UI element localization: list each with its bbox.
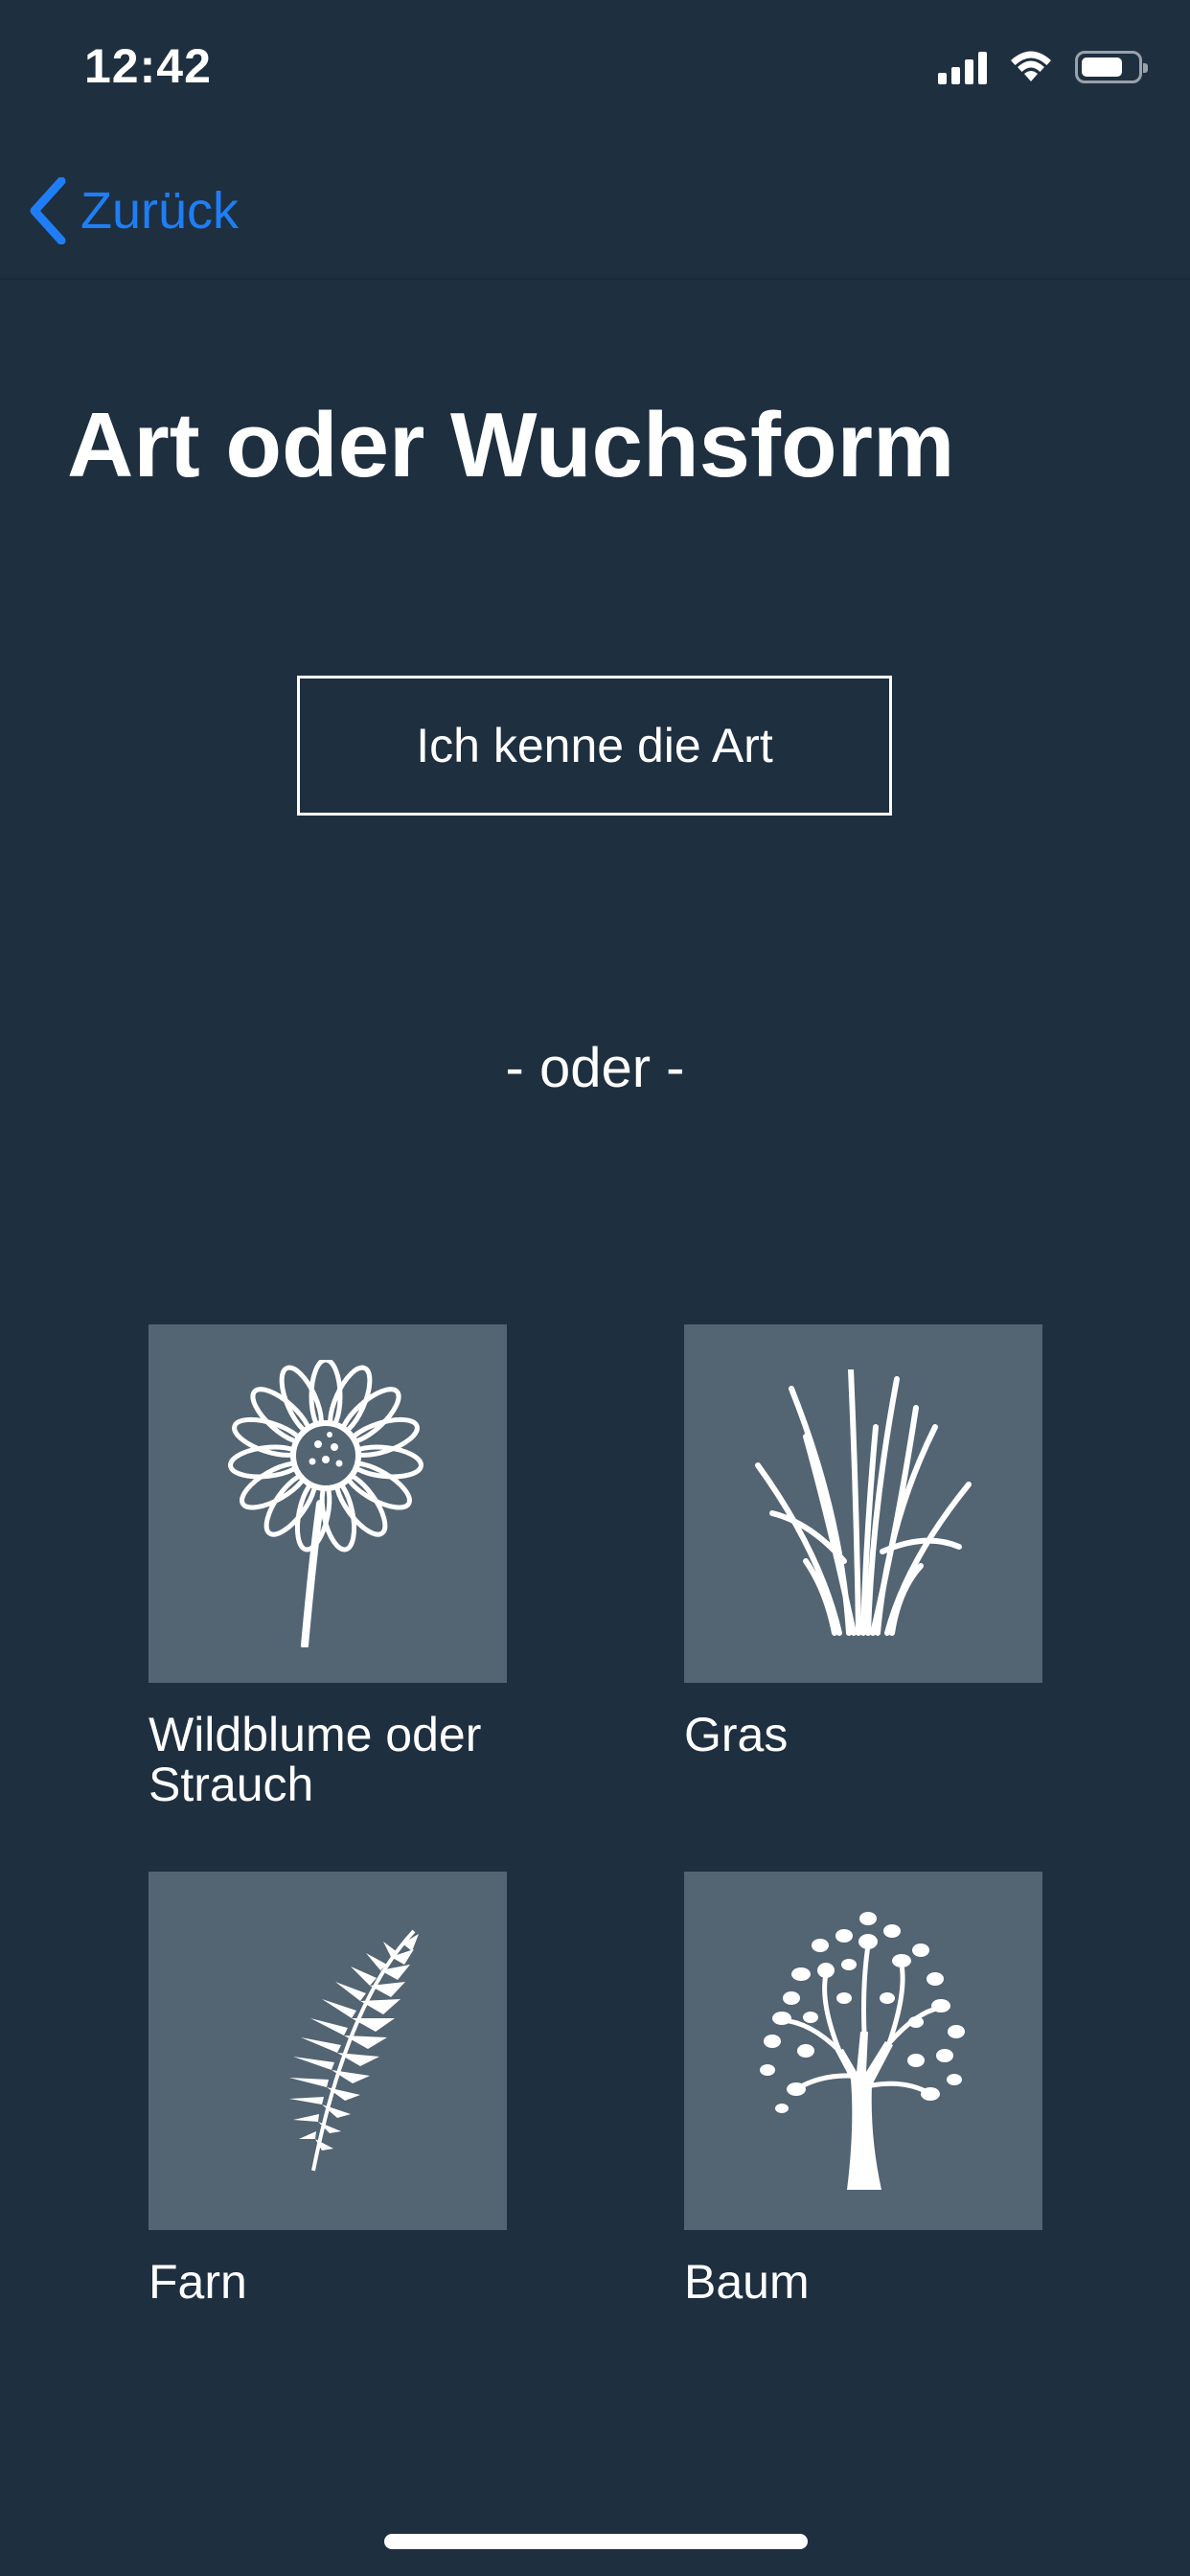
status-time: 12:42 <box>84 39 212 93</box>
page-title: Art oder Wuchsform <box>67 394 955 496</box>
cellular-signal-icon <box>938 50 987 84</box>
tile-image <box>149 1324 507 1683</box>
growth-form-tile-tree[interactable]: Baum <box>684 1872 1042 2307</box>
battery-level <box>1082 58 1122 77</box>
tile-label: Wildblume oder Strauch <box>149 1708 482 1811</box>
tile-image <box>149 1872 507 2230</box>
growth-form-tile-grass[interactable]: Gras <box>684 1324 1042 1760</box>
fern-icon <box>289 1929 419 2172</box>
tile-label: Gras <box>684 1708 789 1761</box>
grass-icon <box>755 1369 972 1636</box>
know-species-button[interactable]: Ich kenne die Art <box>297 676 892 816</box>
or-separator: - oder - <box>505 1037 685 1099</box>
wifi-icon <box>1011 51 1051 81</box>
tile-image <box>684 1872 1042 2230</box>
tile-label: Baum <box>684 2255 810 2309</box>
know-species-label: Ich kenne die Art <box>416 719 773 772</box>
status-icons <box>938 50 1148 84</box>
home-indicator[interactable] <box>384 2534 808 2549</box>
navigation-bar: Zurück <box>0 144 1190 280</box>
chevron-left-icon <box>30 177 66 244</box>
growth-form-tile-fern[interactable]: Farn <box>149 1872 507 2307</box>
back-label: Zurück <box>80 182 240 240</box>
tile-label: Farn <box>149 2255 247 2309</box>
tree-icon <box>760 1912 965 2190</box>
flower-icon <box>228 1360 423 1647</box>
tile-image <box>684 1324 1042 1683</box>
battery-icon <box>1075 51 1148 83</box>
status-bar: 12:42 <box>0 0 1190 144</box>
growth-form-tile-wildflower[interactable]: Wildblume oder Strauch <box>149 1324 507 1809</box>
back-button[interactable]: Zurück <box>29 172 239 249</box>
